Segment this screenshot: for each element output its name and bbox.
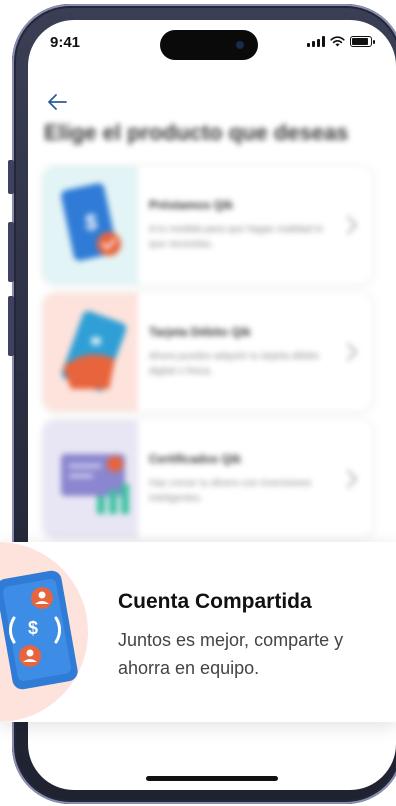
silent-switch bbox=[8, 160, 14, 194]
product-card-tarjeta-debito[interactable]: Tarjeta Débito Qik Ahora puedes adquirir… bbox=[42, 292, 374, 412]
product-title: Certificados Qik bbox=[149, 452, 242, 466]
shared-account-phone-icon: $ bbox=[0, 570, 78, 690]
certificate-chart-icon bbox=[61, 454, 129, 514]
battery-icon bbox=[350, 36, 375, 47]
back-arrow-icon[interactable] bbox=[46, 90, 70, 114]
svg-text:$: $ bbox=[85, 210, 97, 235]
wifi-icon bbox=[330, 36, 345, 47]
featured-title: Cuenta Compartida bbox=[118, 590, 312, 613]
chevron-right-icon bbox=[347, 216, 358, 234]
status-time: 9:41 bbox=[50, 34, 81, 51]
phone-money-icon: $ bbox=[61, 183, 121, 261]
volume-up-button bbox=[8, 222, 14, 282]
product-title: Préstamos Qik bbox=[149, 198, 234, 212]
svg-text:$: $ bbox=[28, 618, 38, 638]
signal-icon bbox=[307, 36, 325, 47]
featured-product-card-cuenta-compartida[interactable]: $ Cuenta Compartida Juntos es mejor, com… bbox=[0, 542, 396, 722]
featured-description: Juntos es mejor, comparte y ahorra en eq… bbox=[118, 630, 344, 678]
chevron-right-icon bbox=[347, 343, 358, 361]
status-bar: 9:41 bbox=[28, 20, 396, 70]
home-indicator bbox=[146, 776, 278, 781]
product-description: Haz crecer tu dinero con inversiones int… bbox=[149, 478, 312, 504]
volume-down-button bbox=[8, 296, 14, 356]
product-card-prestamos[interactable]: $ Préstamos Qik A tu medida para que hag… bbox=[42, 165, 374, 285]
product-card-certificados[interactable]: Certificados Qik Haz crecer tu dinero co… bbox=[42, 419, 374, 539]
chevron-right-icon bbox=[347, 470, 358, 488]
product-description: A tu medida para que hagas realidad lo q… bbox=[149, 224, 324, 250]
dynamic-island bbox=[160, 30, 258, 60]
product-description: Ahora puedes adquirir tu tarjeta débito … bbox=[149, 351, 320, 377]
status-icons bbox=[307, 36, 375, 47]
product-title: Tarjeta Débito Qik bbox=[149, 325, 251, 339]
debit-card-icon bbox=[61, 310, 127, 392]
page-title: Elige el producto que deseas bbox=[44, 120, 349, 145]
